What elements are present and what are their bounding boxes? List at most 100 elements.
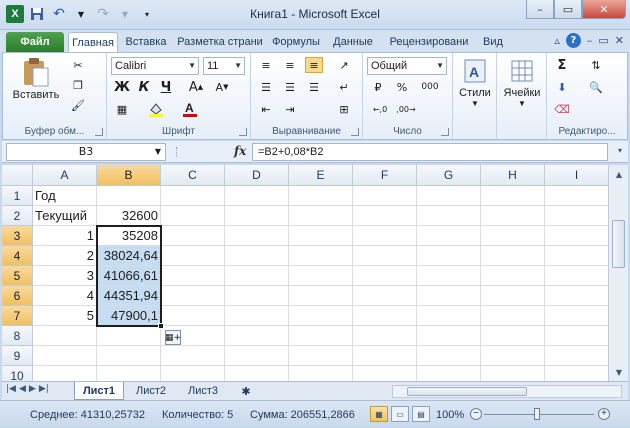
page-break-view-button[interactable]: ▤ bbox=[412, 406, 430, 422]
fill-color-icon[interactable] bbox=[147, 101, 165, 117]
wrap-text-icon[interactable]: ↵ bbox=[335, 79, 353, 95]
row-header-3[interactable]: 3 bbox=[2, 226, 33, 246]
column-header-a[interactable]: A bbox=[33, 165, 97, 186]
grid-cell[interactable] bbox=[289, 186, 353, 206]
decrease-decimal-icon[interactable]: ,00→ bbox=[395, 101, 417, 117]
next-sheet-icon[interactable]: ▶ bbox=[29, 384, 36, 394]
increase-indent-icon[interactable]: ⇥ bbox=[281, 101, 299, 117]
grid-cell[interactable] bbox=[97, 326, 161, 346]
align-left-icon[interactable]: ☰ bbox=[257, 79, 275, 95]
grid-cell[interactable] bbox=[353, 286, 417, 306]
fill-icon[interactable]: ⬇ bbox=[553, 79, 571, 95]
grid-cell[interactable] bbox=[225, 326, 289, 346]
grid-cell[interactable] bbox=[545, 326, 608, 346]
grid-cell[interactable] bbox=[545, 246, 608, 266]
font-name-combo[interactable]: Calibri ▼ bbox=[111, 57, 199, 75]
decrease-font-icon[interactable]: A ▼ bbox=[213, 79, 231, 95]
horizontal-scroll-thumb[interactable] bbox=[407, 387, 527, 396]
grid-cell[interactable] bbox=[481, 326, 545, 346]
restore-workbook-icon[interactable]: – bbox=[587, 34, 593, 47]
page-layout-view-button[interactable]: ▭ bbox=[391, 406, 409, 422]
grid-cell[interactable] bbox=[545, 226, 608, 246]
grid-cell[interactable] bbox=[161, 226, 225, 246]
cell-a6[interactable]: 4 bbox=[33, 286, 97, 306]
grid-cell[interactable] bbox=[417, 206, 481, 226]
grid-cell[interactable] bbox=[417, 186, 481, 206]
grid-cell[interactable] bbox=[161, 346, 225, 366]
normal-view-button[interactable]: ▦ bbox=[370, 406, 388, 422]
grid-cell[interactable] bbox=[481, 206, 545, 226]
alignment-launcher-icon[interactable] bbox=[351, 128, 359, 136]
grid-cell[interactable] bbox=[545, 306, 608, 326]
grid-cell[interactable] bbox=[481, 186, 545, 206]
align-center-icon[interactable]: ☰ bbox=[281, 79, 299, 95]
grid-cell[interactable] bbox=[225, 186, 289, 206]
grid-cell[interactable] bbox=[353, 326, 417, 346]
grid-cell[interactable] bbox=[417, 286, 481, 306]
cell-a2[interactable]: Текущий bbox=[33, 206, 97, 226]
vertical-scroll-thumb[interactable] bbox=[612, 220, 625, 268]
grid-cell[interactable] bbox=[481, 266, 545, 286]
font-color-icon[interactable]: A bbox=[181, 101, 199, 117]
row-header-9[interactable]: 9 bbox=[2, 346, 33, 366]
cut-icon[interactable]: ✂ bbox=[69, 57, 87, 73]
sheet-tab-2[interactable]: Лист2 bbox=[128, 382, 174, 400]
tab-home[interactable]: Главная bbox=[68, 32, 118, 52]
grid-cell[interactable] bbox=[417, 346, 481, 366]
tab-file[interactable]: Файл bbox=[6, 32, 64, 52]
scroll-up-icon[interactable]: ▲ bbox=[612, 167, 626, 181]
sheet-tab-3[interactable]: Лист3 bbox=[180, 382, 226, 400]
grid-cell[interactable] bbox=[417, 226, 481, 246]
grid-cell[interactable] bbox=[289, 246, 353, 266]
accounting-format-icon[interactable]: ₽ bbox=[369, 79, 387, 95]
close-button[interactable]: ✕ bbox=[582, 0, 626, 19]
cell-a5[interactable]: 3 bbox=[33, 266, 97, 286]
grid-cell[interactable] bbox=[225, 286, 289, 306]
maximize-button[interactable]: ▭ bbox=[554, 0, 582, 19]
grid-cell[interactable] bbox=[225, 246, 289, 266]
borders-icon[interactable]: ▦ bbox=[113, 101, 131, 117]
select-all-corner[interactable] bbox=[2, 165, 33, 186]
column-header-e[interactable]: E bbox=[289, 165, 353, 186]
close-workbook-icon[interactable]: ✕ bbox=[615, 34, 624, 47]
insert-sheet-icon[interactable]: ✱ bbox=[234, 382, 258, 400]
comma-style-icon[interactable]: 000 bbox=[417, 79, 443, 95]
column-header-i[interactable]: I bbox=[545, 165, 608, 186]
grid-cell[interactable] bbox=[481, 366, 545, 381]
minimize-button[interactable]: – bbox=[526, 0, 554, 19]
grid-cell[interactable] bbox=[353, 306, 417, 326]
column-header-g[interactable]: G bbox=[417, 165, 481, 186]
cell-b6[interactable]: 44351,94 bbox=[97, 286, 161, 306]
cell-a4[interactable]: 2 bbox=[33, 246, 97, 266]
cell-b3[interactable]: 35208 bbox=[97, 226, 161, 246]
grid-cell[interactable] bbox=[225, 306, 289, 326]
font-launcher-icon[interactable] bbox=[239, 128, 247, 136]
grid-cell[interactable] bbox=[33, 326, 97, 346]
minimize-ribbon-icon[interactable]: ▵ bbox=[554, 34, 560, 47]
formula-input[interactable]: =B2+0,08*B2 bbox=[252, 143, 608, 161]
percent-style-icon[interactable]: % bbox=[393, 79, 411, 95]
zoom-level[interactable]: 100% bbox=[436, 409, 464, 421]
number-launcher-icon[interactable] bbox=[441, 128, 449, 136]
grid-cell[interactable] bbox=[161, 246, 225, 266]
grid-cell[interactable] bbox=[545, 286, 608, 306]
increase-font-icon[interactable]: A ▲ bbox=[187, 79, 205, 95]
column-header-d[interactable]: D bbox=[225, 165, 289, 186]
grid-cell[interactable] bbox=[161, 286, 225, 306]
grid-cell[interactable] bbox=[225, 266, 289, 286]
grid-cell[interactable] bbox=[161, 266, 225, 286]
grid-cell[interactable] bbox=[225, 226, 289, 246]
sheet-tab-1[interactable]: Лист1 bbox=[74, 382, 124, 400]
sort-filter-icon[interactable]: ⇅ bbox=[587, 57, 605, 73]
grid-cell[interactable] bbox=[545, 346, 608, 366]
number-format-combo[interactable]: Общий ▼ bbox=[367, 57, 447, 75]
tab-insert[interactable]: Вставка bbox=[120, 32, 172, 52]
help-icon[interactable]: ? bbox=[565, 33, 581, 48]
cell-a1[interactable]: Год bbox=[33, 186, 97, 206]
align-bottom-icon[interactable]: ≡ bbox=[305, 57, 323, 73]
grid-cell[interactable] bbox=[225, 206, 289, 226]
grid-cell[interactable] bbox=[161, 206, 225, 226]
grid-cell[interactable] bbox=[289, 226, 353, 246]
zoom-in-icon[interactable]: + bbox=[598, 408, 610, 420]
grid-cell[interactable] bbox=[289, 266, 353, 286]
